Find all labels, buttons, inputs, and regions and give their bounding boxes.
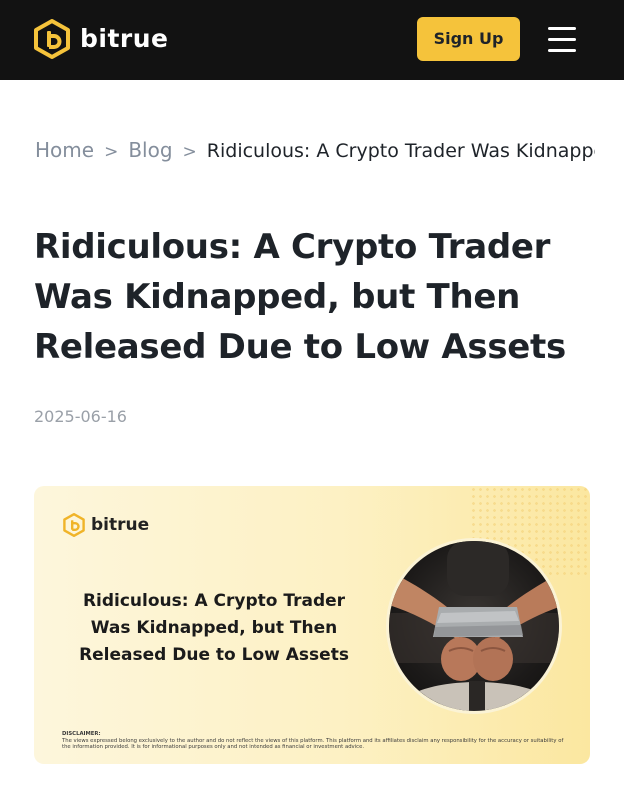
sign-up-button[interactable]: Sign Up <box>417 17 520 61</box>
banner-headline: Ridiculous: A Crypto Trader Was Kidnappe… <box>79 591 349 665</box>
bitrue-logo-icon <box>34 19 70 59</box>
taped-wrists-photo <box>386 538 562 714</box>
hamburger-menu-icon[interactable] <box>548 26 576 54</box>
banner-brand-logo: bitrue <box>62 512 149 538</box>
breadcrumb-separator: > <box>104 142 119 162</box>
brand-logo[interactable]: bitrue <box>32 19 169 59</box>
menu-line <box>548 49 576 52</box>
photo-illustration <box>389 541 559 711</box>
breadcrumb-home[interactable]: Home <box>35 138 94 162</box>
breadcrumb-blog[interactable]: Blog <box>128 138 172 162</box>
banner-brand-name: bitrue <box>91 515 150 535</box>
article-title: Ridiculous: A Crypto Trader Was Kidnappe… <box>34 227 566 367</box>
breadcrumb-current: Ridiculous: A Crypto Trader Was Kidnappe… <box>206 140 595 162</box>
menu-line <box>548 38 576 41</box>
disclaimer-text: The views expressed belong exclusively t… <box>62 737 564 751</box>
top-nav-bar: bitrue Sign Up <box>0 0 624 80</box>
article-date: 2025-06-16 <box>34 407 127 426</box>
brand-name: bitrue <box>80 24 169 53</box>
breadcrumb-separator: > <box>182 142 197 162</box>
breadcrumb: Home > Blog > Ridiculous: A Crypto Trader Wa… <box>35 136 595 164</box>
menu-line <box>548 27 576 30</box>
banner-disclaimer: DISCLAIMER: The views expressed belong e… <box>62 731 572 751</box>
article-banner-image: bitrue Ridiculous: A Crypto Trader Was K… <box>34 486 590 764</box>
bitrue-logo-icon <box>63 513 85 537</box>
disclaimer-title: DISCLAIMER: <box>62 731 101 737</box>
